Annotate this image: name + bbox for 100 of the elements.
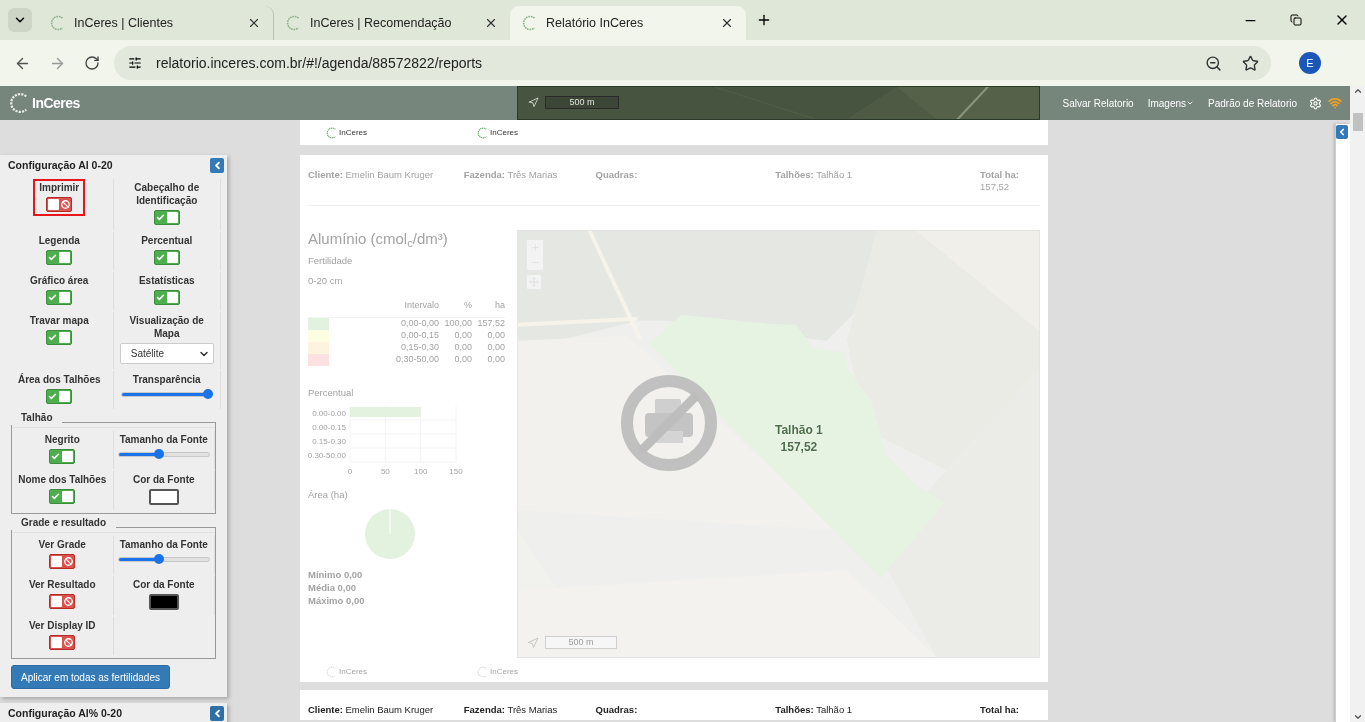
check-icon [48,293,58,302]
color-swatch[interactable] [148,594,179,610]
close-icon[interactable] [484,16,498,30]
logo-text: InCeres [339,126,367,139]
site-settings-icon[interactable] [128,56,142,70]
toggle-knob [48,199,60,210]
slider-thumb[interactable] [154,449,165,459]
toggle-switch[interactable] [153,210,180,225]
toggle-switch[interactable] [49,594,76,609]
close-icon[interactable] [247,16,261,30]
report-subtitle: 0-20 cm [308,274,344,289]
toggle-knob [59,391,71,402]
option-label: Área dos Talhões [17,373,101,386]
legend-cell-text: 0,00 [486,341,505,355]
tick-label: 100 [414,467,428,477]
toggle-switch[interactable] [49,554,76,569]
menu-item[interactable]: Padrão de Relatorio [1208,95,1297,111]
toggle-switch[interactable] [49,489,76,504]
toggle-knob [166,252,178,263]
option-label: Estatísticas [138,274,195,287]
slider[interactable] [120,389,213,399]
tab-search-button[interactable] [8,8,32,32]
option-label: Gráfico área [30,274,89,287]
toggle-switch[interactable] [46,330,73,345]
toggle-switch[interactable] [46,250,73,265]
header-field: Fazenda: Três Marias [463,169,596,181]
field-area-label: 157,52 [780,439,818,456]
option-label: Transparência [132,373,201,386]
map-scale: 500 m [545,96,619,109]
category-label: 0.00-0.15 [312,423,346,433]
scroll-down-icon[interactable] [1352,712,1363,722]
tab-title: Relatório InCeres [546,14,645,32]
expand-button[interactable] [1336,125,1348,139]
toggle-switch[interactable] [49,449,76,464]
restore-icon[interactable] [1290,14,1302,26]
close-icon[interactable] [720,16,734,30]
slider-thumb[interactable] [154,554,165,564]
ban-icon [64,597,74,606]
legend-cell-text: 100,00 [443,317,472,331]
slider[interactable] [117,449,210,459]
option-label: Cor da Fonte [132,473,195,486]
toggle-switch[interactable] [46,290,73,305]
scroll-up-icon[interactable] [1352,86,1363,96]
bookmark-star-icon[interactable] [1242,54,1259,72]
check-icon [155,213,165,222]
browser-tab[interactable]: Relatório InCeres [510,6,746,40]
check-icon [51,452,61,461]
toggle-knob [51,556,63,567]
slider[interactable] [117,554,210,564]
option-label: Nome dos Talhões [18,473,107,486]
ban-icon [64,638,74,647]
reload-icon[interactable] [84,55,100,71]
legend-cell-text: 0,30-50,00 [394,353,439,367]
caret-icon [1186,99,1195,107]
tick-label: 150 [449,467,463,477]
fieldset-title: Talhão [11,410,63,425]
ring-logo-icon [477,126,489,139]
toggle-switch[interactable] [153,290,180,305]
profile-avatar[interactable]: E [1299,52,1321,74]
map-view-select[interactable]: Satélite [119,343,214,364]
color-swatch[interactable] [148,489,179,505]
toggle-knob [59,332,71,343]
scrollbar[interactable] [1350,86,1365,722]
header-field: Talhões: Talhão 1 [775,169,981,181]
option-label: Negrito [44,433,80,446]
header-field: Cliente: Emelin Baum Kruger [308,704,464,716]
menu-item[interactable]: Imagens [1147,95,1195,111]
toggle-switch[interactable] [49,635,76,650]
logo-text: InCeres [490,666,519,678]
header-field: Total ha: [980,704,1040,716]
address-bar[interactable]: relatorio.inceres.com.br/#!/agenda/88572822/reports [114,46,1271,80]
ring-logo-icon [286,15,302,31]
settings-icon[interactable] [1309,96,1322,110]
slider-thumb[interactable] [203,389,214,399]
collapse-button[interactable] [210,706,224,721]
apply-button[interactable]: Aplicar em todas as fertilidades [11,665,170,689]
option-label: Imprimir [39,181,80,194]
legend-cell-text: 0,00-0,00 [399,317,439,331]
toggle-switch[interactable] [46,197,73,212]
browser-tab[interactable]: InCeres | Recomendação [274,6,510,40]
check-icon [48,392,58,401]
menu-item[interactable]: Salvar Relatorio [1062,95,1134,111]
toggle-knob [166,212,178,223]
legend-cell-text: 0,15-0,30 [399,341,439,355]
header-field: Talhões: Talhão 1 [775,704,981,716]
scroll-thumb[interactable] [1352,113,1363,131]
new-tab-icon[interactable] [756,12,772,28]
option-label: Travar mapa [29,314,89,327]
toggle-knob [62,491,74,502]
collapse-button[interactable] [210,158,224,173]
header-field: Fazenda: Três Marias [463,704,596,716]
legend-column-header: Intervalo [403,298,439,312]
report-title: Alumínio (cmol$_{c}$/dm³) [308,230,449,248]
toggle-switch[interactable] [153,250,180,265]
option-label: Ver Grade [38,538,86,551]
zoom-icon[interactable] [1205,54,1222,72]
toggle-knob [51,637,63,648]
fieldset-title: Grade e resultado [11,515,117,530]
toggle-switch[interactable] [46,389,73,404]
statistic: Máximo 0,00 [308,593,366,607]
